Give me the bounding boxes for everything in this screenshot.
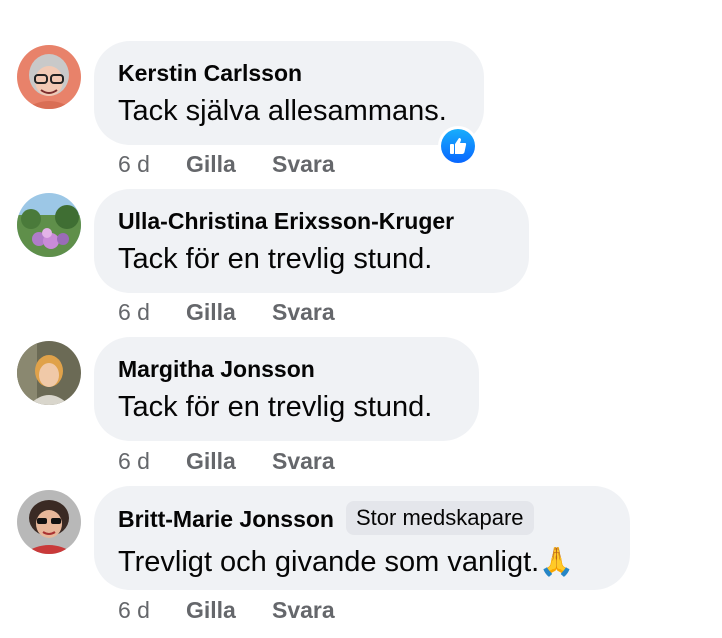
comment-text: Trevligt och givande som vanligt. [118,546,540,578]
comment-actions: 6 d Gilla Svara [118,150,335,178]
comment-actions: 6 d Gilla Svara [118,447,335,475]
avatar[interactable] [17,45,81,109]
author-name[interactable]: Britt-Marie Jonsson [118,506,334,532]
folded-hands-icon: 🙏 [539,545,575,578]
timestamp[interactable]: 6 d [118,596,186,624]
like-button[interactable]: Gilla [186,150,272,178]
comment-bubble: Britt-Marie Jonsson Stor medskapare Trevl… [94,486,630,590]
avatar-image [17,490,81,554]
avatar[interactable] [17,193,81,257]
avatar-image [17,193,81,257]
timestamp[interactable]: 6 d [118,298,186,326]
like-icon [450,138,467,154]
comment-bubble: Margitha Jonsson Tack för en trevlig stu… [94,337,479,441]
reply-button[interactable]: Svara [272,298,335,326]
like-button[interactable]: Gilla [186,596,272,624]
comment-actions: 6 d Gilla Svara [118,298,335,326]
author-name[interactable]: Margitha Jonsson [118,355,455,383]
author-name-row: Britt-Marie Jonsson Stor medskapare [118,501,606,538]
reaction-badge[interactable] [438,126,478,166]
avatar-image [17,341,81,405]
reply-button[interactable]: Svara [272,150,335,178]
comment-bubble: Ulla-Christina Erixsson-Kruger Tack för … [94,189,529,293]
like-button[interactable]: Gilla [186,298,272,326]
like-button[interactable]: Gilla [186,447,272,475]
avatar[interactable] [17,490,81,554]
top-fan-badge[interactable]: Stor medskapare [345,501,534,535]
author-name[interactable]: Ulla-Christina Erixsson-Kruger [118,207,505,235]
timestamp[interactable]: 6 d [118,150,186,178]
avatar[interactable] [17,341,81,405]
timestamp[interactable]: 6 d [118,447,186,475]
avatar-image [17,45,81,109]
comment-actions: 6 d Gilla Svara [118,596,335,624]
comment-bubble: Kerstin Carlsson Tack själva allesammans… [94,41,484,145]
comment-text: Tack för en trevlig stund. [118,391,433,423]
reply-button[interactable]: Svara [272,596,335,624]
comment-text: Tack själva allesammans. [118,95,447,127]
author-name[interactable]: Kerstin Carlsson [118,59,460,87]
comment-text-row: Trevligt och givande som vanligt.🙏 [118,542,606,582]
comment-text: Tack för en trevlig stund. [118,243,433,275]
reply-button[interactable]: Svara [272,447,335,475]
